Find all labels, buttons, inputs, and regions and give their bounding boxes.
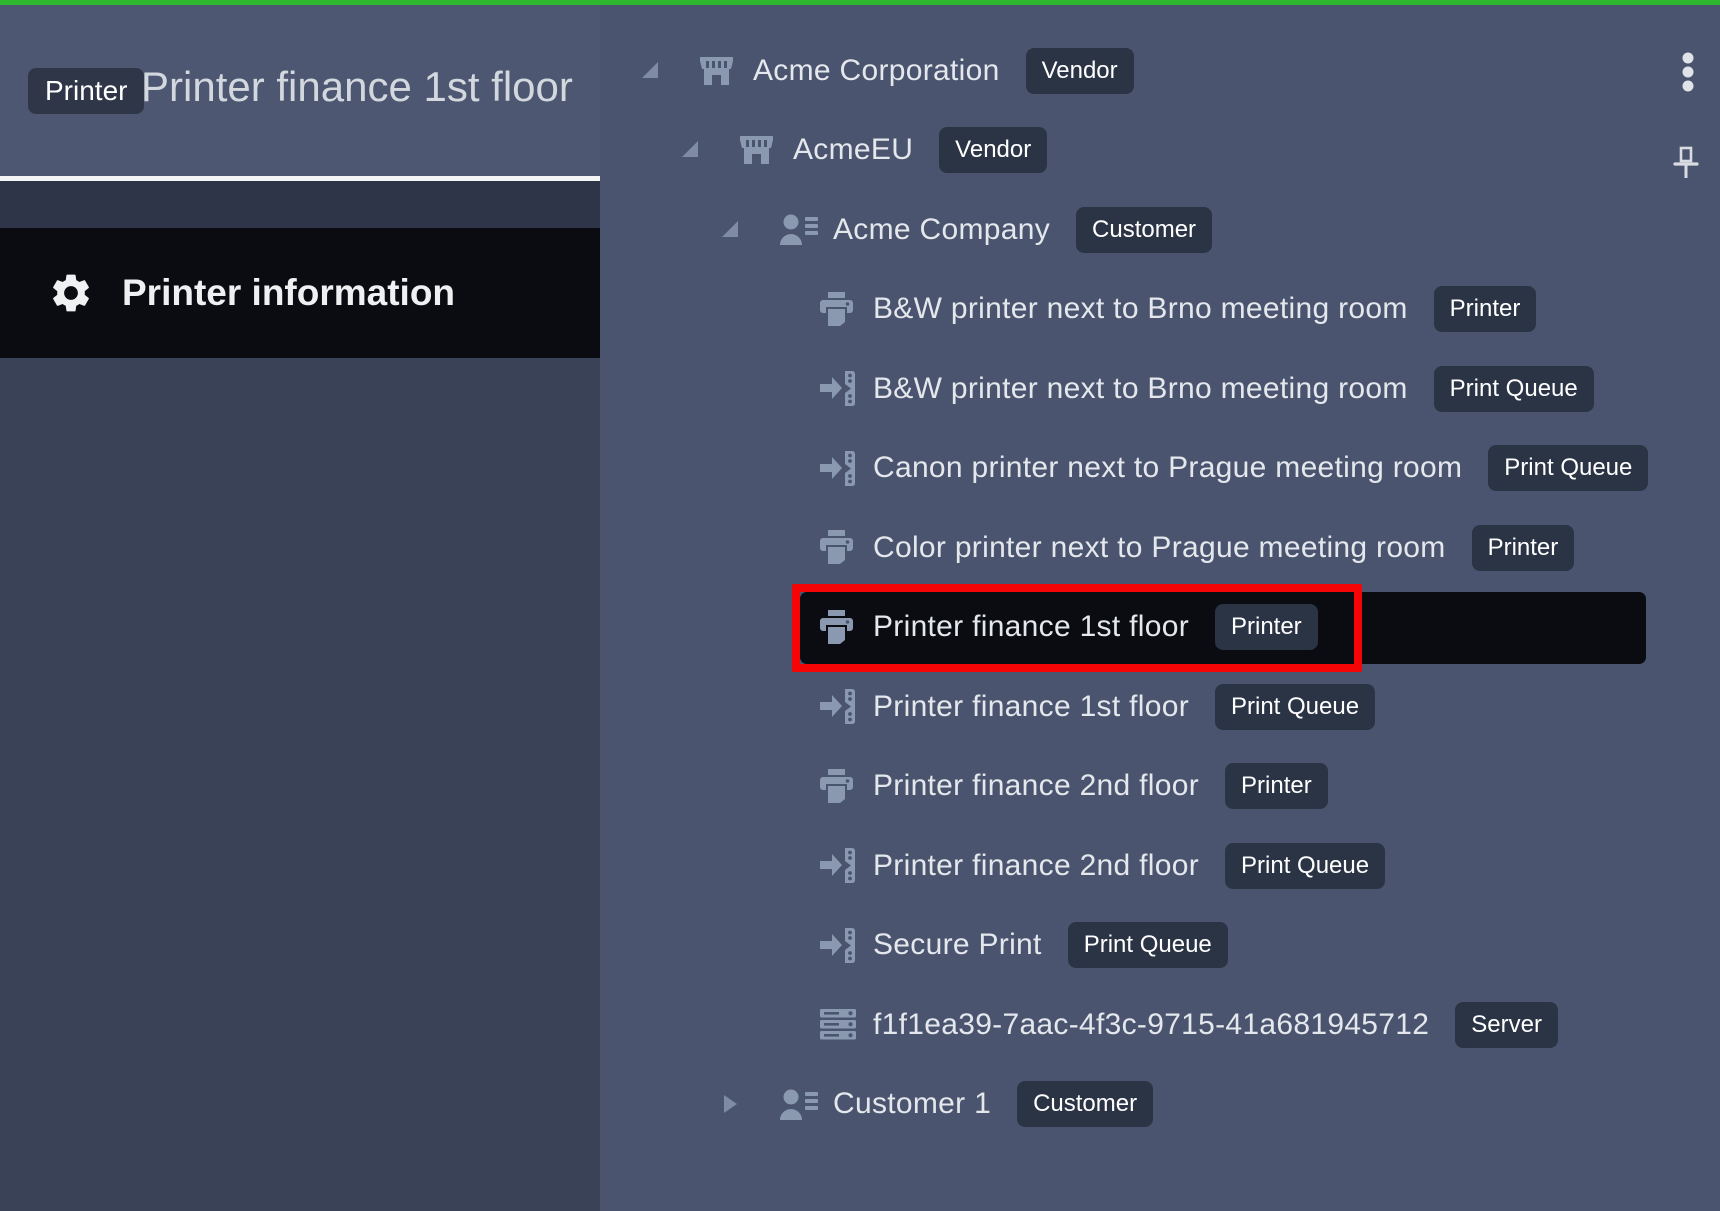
print-queue-icon xyxy=(818,848,860,884)
print-queue-icon xyxy=(818,689,860,725)
detail-panel-body xyxy=(0,358,600,1211)
node-label: B&W printer next to Brno meeting room xyxy=(873,372,1408,406)
tree-row[interactable]: Canon printer next to Prague meeting roo… xyxy=(600,429,1720,509)
top-accent-bar xyxy=(0,0,1720,5)
kebab-menu-icon[interactable] xyxy=(1676,51,1700,99)
node-label: B&W printer next to Brno meeting room xyxy=(873,292,1408,326)
section-title: Printer information xyxy=(122,272,455,314)
tree-row[interactable]: B&W printer next to Brno meeting room Pr… xyxy=(600,270,1720,350)
node-type-badge: Server xyxy=(1455,1002,1558,1048)
collapsed-arrow-icon[interactable] xyxy=(720,1093,740,1115)
detail-header: Printer Printer finance 1st floor xyxy=(0,5,600,176)
arrow-spacer xyxy=(760,934,780,956)
tree-row[interactable]: Acme Company Customer xyxy=(600,190,1720,270)
node-type-badge: Printer xyxy=(1472,525,1575,571)
detail-title: Printer finance 1st floor xyxy=(141,63,573,111)
tree-row[interactable]: Color printer next to Prague meeting roo… xyxy=(600,508,1720,588)
node-type-badge: Print Queue xyxy=(1225,843,1385,889)
arrow-spacer xyxy=(760,457,780,479)
node-label: Printer finance 1st floor xyxy=(873,610,1189,644)
node-type-badge: Printer xyxy=(1434,286,1537,332)
tree-row[interactable]: f1f1ea39-7aac-4f3c-9715-41a681945712 Ser… xyxy=(600,985,1720,1065)
node-type-badge: Vendor xyxy=(1026,48,1134,94)
node-type-badge: Print Queue xyxy=(1068,922,1228,968)
printer-icon xyxy=(818,530,860,566)
node-label: Secure Print xyxy=(873,928,1042,962)
node-label: Customer 1 xyxy=(833,1087,991,1121)
node-label: Acme Corporation xyxy=(753,54,1000,88)
expanded-arrow-icon[interactable] xyxy=(680,139,700,161)
arrow-spacer xyxy=(760,378,780,400)
node-label: Printer finance 1st floor xyxy=(873,690,1189,724)
arrow-spacer xyxy=(760,855,780,877)
node-type-badge: Customer xyxy=(1017,1081,1153,1127)
customer-icon xyxy=(778,212,820,248)
node-type-badge: Print Queue xyxy=(1434,366,1594,412)
vendor-icon xyxy=(698,53,740,89)
arrow-spacer xyxy=(760,775,780,797)
tree-row[interactable]: Printer finance 2nd floor Print Queue xyxy=(600,826,1720,906)
printer-information-section-header[interactable]: Printer information xyxy=(0,228,600,358)
node-label: Color printer next to Prague meeting roo… xyxy=(873,531,1446,565)
node-type-badge: Printer xyxy=(1215,604,1318,650)
detail-type-badge: Printer xyxy=(28,68,144,114)
tree-row[interactable]: Secure Print Print Queue xyxy=(600,906,1720,986)
pin-icon[interactable] xyxy=(1668,145,1704,187)
node-label: AcmeEU xyxy=(793,133,913,167)
vendor-icon xyxy=(738,132,780,168)
node-label: f1f1ea39-7aac-4f3c-9715-41a681945712 xyxy=(873,1008,1429,1042)
node-type-badge: Printer xyxy=(1225,763,1328,809)
arrow-spacer xyxy=(760,616,780,638)
tree-row[interactable]: B&W printer next to Brno meeting room Pr… xyxy=(600,349,1720,429)
printer-icon xyxy=(818,291,860,327)
node-label: Canon printer next to Prague meeting roo… xyxy=(873,451,1462,485)
expanded-arrow-icon[interactable] xyxy=(640,60,660,82)
node-label: Printer finance 2nd floor xyxy=(873,769,1199,803)
node-type-badge: Customer xyxy=(1076,207,1212,253)
tree: Acme Corporation Vendor AcmeEU Vendor Ac… xyxy=(600,5,1720,1211)
tree-row[interactable]: Printer finance 1st floor Print Queue xyxy=(600,667,1720,747)
printer-icon xyxy=(818,768,860,804)
print-queue-icon xyxy=(818,371,860,407)
node-label: Printer finance 2nd floor xyxy=(873,849,1199,883)
arrow-spacer xyxy=(760,1014,780,1036)
tree-row[interactable]: Printer finance 1st floor Printer xyxy=(600,588,1720,668)
arrow-spacer xyxy=(760,298,780,320)
print-queue-icon xyxy=(818,450,860,486)
server-icon xyxy=(818,1007,860,1043)
node-type-badge: Vendor xyxy=(939,127,1047,173)
printer-icon xyxy=(818,609,860,645)
tree-row[interactable]: Acme Corporation Vendor xyxy=(600,31,1720,111)
header-spacer-band xyxy=(0,181,600,228)
expanded-arrow-icon[interactable] xyxy=(720,219,740,241)
tree-row[interactable]: AcmeEU Vendor xyxy=(600,111,1720,191)
tree-row[interactable]: Printer finance 2nd floor Printer xyxy=(600,747,1720,827)
detail-panel: Printer Printer finance 1st floor Printe… xyxy=(0,5,600,1211)
tree-row[interactable]: Customer 1 Customer xyxy=(600,1065,1720,1145)
node-label: Acme Company xyxy=(833,213,1050,247)
customer-icon xyxy=(778,1086,820,1122)
print-queue-icon xyxy=(818,927,860,963)
arrow-spacer xyxy=(760,696,780,718)
arrow-spacer xyxy=(760,537,780,559)
node-type-badge: Print Queue xyxy=(1215,684,1375,730)
gear-icon xyxy=(48,270,94,316)
node-type-badge: Print Queue xyxy=(1488,445,1648,491)
hierarchy-panel: Acme Corporation Vendor AcmeEU Vendor Ac… xyxy=(600,5,1720,1211)
